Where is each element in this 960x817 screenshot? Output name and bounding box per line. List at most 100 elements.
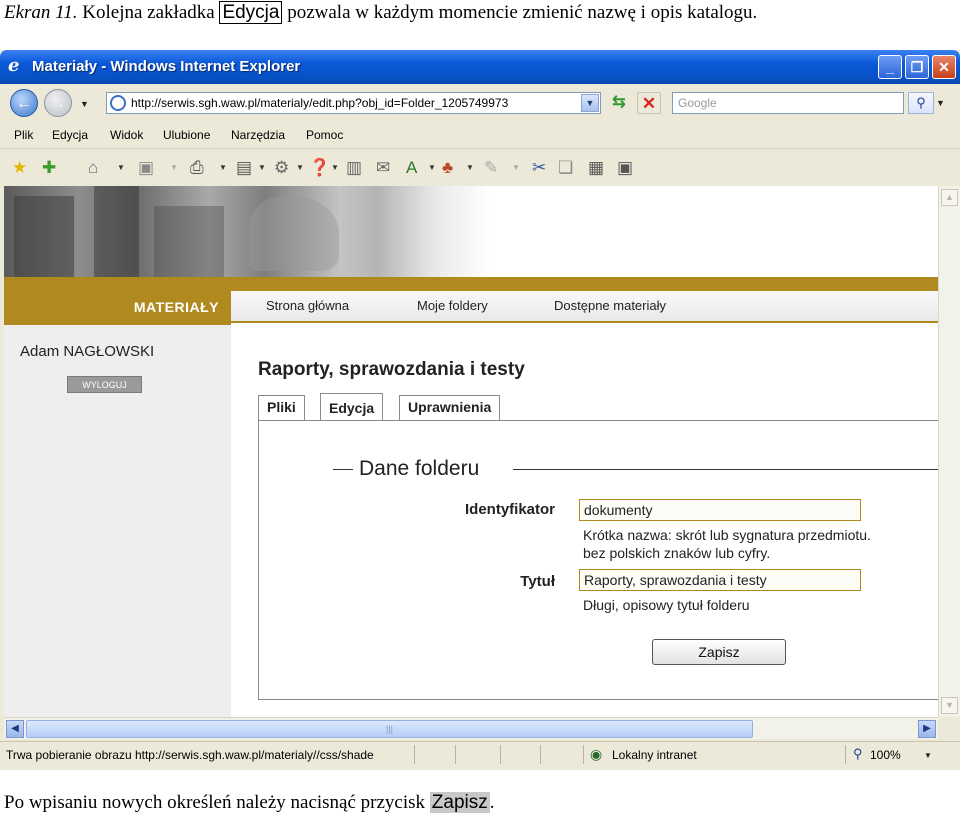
nav-strona-glowna[interactable]: Strona główna [266, 298, 349, 313]
command-bar: ★ ✚ ⌂ ▼ ▣ ▼ ⎙ ▼ ▤ ▼ ⚙ ▼ ❓ ▼ ▥ ✉ A ▼ ♣ ▼ … [0, 148, 960, 186]
url-field[interactable]: http://serwis.sgh.waw.pl/materialy/edit.… [106, 92, 601, 114]
url-dropdown-icon[interactable]: ▼ [581, 94, 599, 112]
security-zone-text: Lokalny intranet [612, 748, 697, 762]
horizontal-scroll-thumb[interactable]: ||| [26, 720, 753, 738]
tools-extra-dropdown-icon[interactable]: ▼ [466, 163, 474, 172]
caption-top-highlight: Edycja [219, 1, 283, 24]
caption-top-text-before: Kolejna zakładka [77, 2, 220, 23]
cut-icon[interactable]: ✂ [532, 158, 546, 178]
tab-edycja[interactable]: Edycja [320, 393, 384, 422]
sidebar: Adam NAGŁOWSKI WYLOGUJ [4, 325, 231, 717]
refresh-icon[interactable]: ⇆ [607, 92, 631, 114]
ie-logo-icon: e [8, 55, 20, 76]
menu-narzedzia[interactable]: Narzędzia [231, 128, 285, 142]
close-button[interactable]: ✕ [932, 55, 956, 79]
pen-dropdown-icon[interactable]: ▼ [512, 163, 520, 172]
search-input[interactable]: Google [672, 92, 904, 114]
page-dropdown-icon[interactable]: ▼ [258, 163, 266, 172]
intranet-zone-icon: ◉ [590, 746, 603, 762]
status-separator [583, 745, 584, 764]
fieldset-line-left [333, 469, 353, 470]
scroll-left-icon[interactable]: ◀ [6, 720, 24, 738]
help-icon[interactable]: ❓ [309, 158, 330, 178]
zoom-dropdown-icon[interactable]: ▼ [924, 751, 932, 760]
caption-bottom-highlight: Zapisz [429, 792, 490, 813]
back-arrow-icon[interactable]: ← [10, 89, 38, 117]
status-separator [540, 745, 541, 764]
history-dropdown-icon[interactable]: ▼ [80, 99, 89, 109]
header-gold-bar [4, 277, 938, 291]
research-icon[interactable]: ▥ [346, 158, 362, 178]
pen-icon[interactable]: ✎ [484, 158, 498, 178]
tytul-input[interactable]: Raporty, sprawozdania i testy [579, 569, 861, 591]
scroll-right-icon[interactable]: ▶ [918, 720, 936, 738]
scroll-down-icon[interactable]: ▼ [941, 697, 958, 714]
header-photo [4, 186, 938, 277]
paste-icon[interactable]: ▦ [588, 158, 604, 178]
caption-top-text-after: pozwala w każdym momencie zmienić nazwę … [282, 2, 758, 23]
translate-icon[interactable]: A [406, 158, 417, 178]
status-separator [414, 745, 415, 764]
menu-widok[interactable]: Widok [110, 128, 143, 142]
forward-arrow-icon[interactable]: → [44, 89, 72, 117]
fullscreen-icon[interactable]: ▣ [617, 158, 633, 178]
search-placeholder: Google [678, 96, 717, 110]
identyfikator-input[interactable]: dokumenty [579, 499, 861, 521]
status-separator [845, 745, 846, 764]
menu-ulubione[interactable]: Ulubione [163, 128, 210, 142]
mail-icon[interactable]: ✉ [376, 158, 390, 178]
fieldset-line-right [513, 469, 938, 470]
identyfikator-help-1: Krótka nazwa: skrót lub sygnatura przedm… [583, 527, 871, 543]
zoom-icon[interactable]: ⚲ [853, 746, 863, 762]
feeds-icon[interactable]: ▣ [138, 158, 154, 178]
logout-button[interactable]: WYLOGUJ [67, 376, 142, 393]
identyfikator-label: Identyfikator [464, 501, 555, 518]
search-options-dropdown-icon[interactable]: ▼ [936, 98, 945, 108]
menu-edycja[interactable]: Edycja [52, 128, 88, 142]
maximize-button[interactable]: ❐ [905, 55, 929, 79]
print-icon[interactable]: ⎙ [190, 158, 204, 178]
tools-extra-icon[interactable]: ♣ [442, 158, 453, 178]
menu-plik[interactable]: Plik [14, 128, 33, 142]
caption-bottom-text-before: Po wpisaniu nowych określeń należy nacis… [4, 792, 430, 813]
edit-panel: Dane folderu Identyfikator dokumenty Kró… [258, 420, 938, 700]
tab-pliki[interactable]: Pliki [258, 395, 305, 420]
scroll-up-icon[interactable]: ▲ [941, 189, 958, 206]
nav-dostepne-materialy[interactable]: Dostępne materiały [554, 298, 666, 313]
tools-dropdown-icon[interactable]: ▼ [296, 163, 304, 172]
minimize-button[interactable]: _ [878, 55, 902, 79]
feeds-dropdown-icon[interactable]: ▼ [170, 163, 178, 172]
tytul-help: Długi, opisowy tytuł folderu [583, 597, 750, 613]
magnifier-icon[interactable]: ⚲ [908, 92, 934, 114]
page-icon [110, 95, 126, 111]
stop-icon[interactable]: ✕ [637, 92, 661, 114]
caption-bottom-text-after: . [489, 792, 495, 813]
help-dropdown-icon[interactable]: ▼ [331, 163, 339, 172]
caption-bottom: Po wpisaniu nowych określeń należy nacis… [4, 792, 495, 816]
nav-moje-foldery[interactable]: Moje foldery [417, 298, 488, 313]
add-favorites-icon[interactable]: ✚ [42, 158, 56, 178]
status-separator [500, 745, 501, 764]
window-title: Materiały - Windows Internet Explorer [32, 58, 301, 75]
site-brand: MATERIAŁY [4, 291, 231, 325]
favorites-star-icon[interactable]: ★ [12, 158, 27, 178]
home-dropdown-icon[interactable]: ▼ [117, 163, 125, 172]
home-icon[interactable]: ⌂ [88, 158, 98, 178]
page-menu-icon[interactable]: ▤ [236, 158, 252, 178]
menu-pomoc[interactable]: Pomoc [306, 128, 343, 142]
page-viewport: MATERIAŁY Strona główna Moje foldery Dos… [4, 186, 938, 717]
print-dropdown-icon[interactable]: ▼ [219, 163, 227, 172]
caption-top: Ekran 11. Kolejna zakładka Edycja pozwal… [4, 1, 758, 28]
translate-dropdown-icon[interactable]: ▼ [428, 163, 436, 172]
browser-window: e Materiały - Windows Internet Explorer … [0, 50, 960, 770]
title-bar[interactable]: e Materiały - Windows Internet Explorer … [0, 50, 960, 84]
copy-icon[interactable]: ❏ [558, 158, 573, 178]
zoom-level[interactable]: 100% [870, 748, 901, 762]
horizontal-scrollbar[interactable]: ◀ ||| ▶ [4, 717, 938, 739]
tab-uprawnienia[interactable]: Uprawnienia [399, 395, 501, 420]
save-button[interactable]: Zapisz [652, 639, 786, 665]
tools-gear-icon[interactable]: ⚙ [274, 158, 289, 178]
vertical-scrollbar[interactable]: ▲ ▼ [938, 186, 960, 717]
menu-bar: Plik Edycja Widok Ulubione Narzędzia Pom… [0, 122, 960, 146]
status-separator [455, 745, 456, 764]
